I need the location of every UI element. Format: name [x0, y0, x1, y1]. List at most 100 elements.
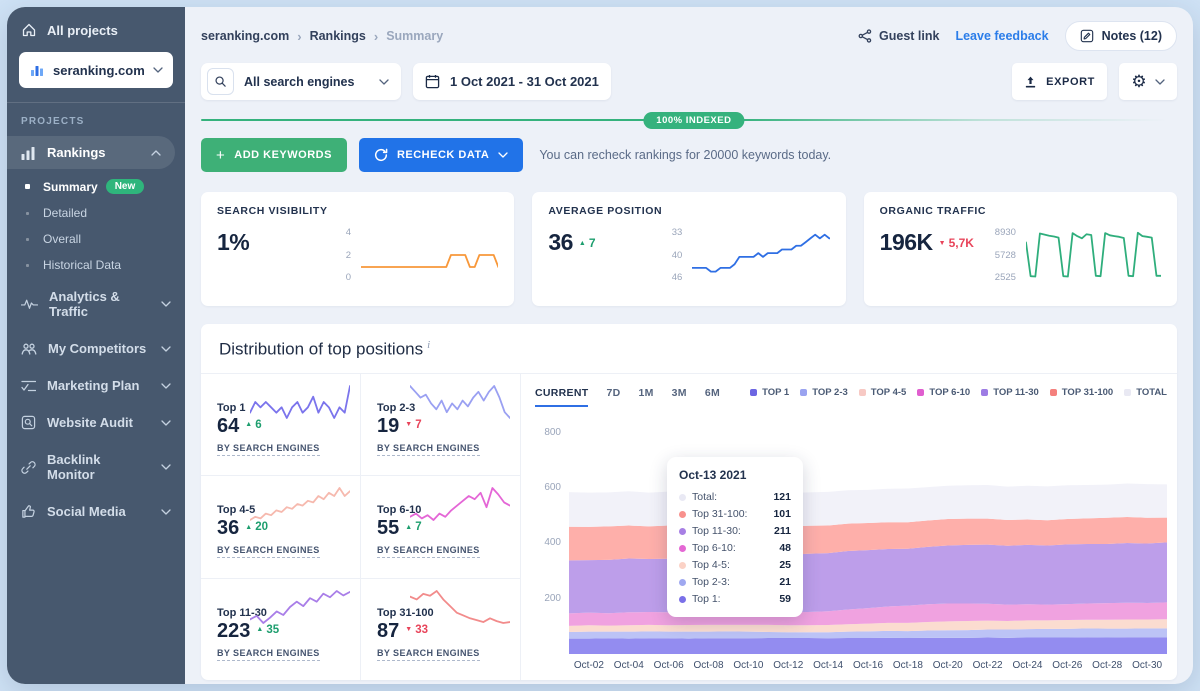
add-keywords-label: ADD KEYWORDS — [234, 149, 332, 161]
section-title: Distribution of top positionsi — [201, 324, 1177, 374]
distribution-section: Distribution of top positionsi Top 1 64 … — [201, 324, 1177, 680]
tab-1m[interactable]: 1M — [638, 387, 653, 407]
chevron-down-icon — [1155, 79, 1165, 85]
top-header: seranking.com › Rankings › Summary Guest… — [201, 7, 1177, 51]
y-axis-tick: 800 — [544, 427, 561, 438]
tooltip-value: 101 — [773, 508, 791, 520]
top6-10-value: 55 — [377, 517, 399, 540]
sidebar-item-marketing-plan[interactable]: Marketing Plan — [7, 367, 185, 404]
x-axis-tick: Oct-14 — [813, 660, 843, 671]
top31-100-sparkline — [410, 587, 510, 627]
top2-3-sparkline — [410, 382, 510, 422]
export-icon — [1024, 75, 1037, 89]
series-dot-icon — [679, 511, 686, 518]
export-label: EXPORT — [1046, 76, 1095, 88]
stacked-area-plot[interactable]: Oct-13 2021 Total:121Top 31-100:101Top 1… — [569, 415, 1167, 654]
date-range-picker[interactable]: 1 Oct 2021 - 31 Oct 2021 — [413, 63, 611, 100]
sidebar-item-my-competitors[interactable]: My Competitors — [7, 330, 185, 367]
marketing-plan-label: Marketing Plan — [47, 378, 139, 393]
sidebar-item-rankings[interactable]: Rankings — [7, 136, 175, 169]
sidebar-item-all-projects[interactable]: All projects — [7, 7, 185, 49]
tab-7d[interactable]: 7D — [606, 387, 620, 407]
tooltip-label: Top 11-30: — [692, 525, 741, 537]
legend-item[interactable]: TOP 1 — [750, 387, 789, 398]
by-search-engines-link[interactable]: BY SEARCH ENGINES — [377, 648, 480, 661]
top4-5-stat: Top 4-5 36 ▲20 BY SEARCH ENGINES — [201, 476, 361, 577]
legend-item[interactable]: TOP 11-30 — [981, 387, 1039, 398]
x-axis-tick: Oct-06 — [654, 660, 684, 671]
by-search-engines-link[interactable]: BY SEARCH ENGINES — [217, 648, 320, 661]
settings-button[interactable]: ⚙ — [1119, 63, 1177, 100]
legend-marker-icon — [750, 389, 757, 396]
by-search-engines-link[interactable]: BY SEARCH ENGINES — [377, 545, 480, 558]
arrow-down-icon: ▼ — [405, 626, 412, 633]
project-selector[interactable]: seranking.com — [19, 52, 173, 88]
filters: All search engines 1 Oct 2021 - 31 Oct 2… — [201, 63, 611, 100]
x-axis-tick: Oct-18 — [893, 660, 923, 671]
breadcrumb-project[interactable]: seranking.com — [201, 29, 289, 43]
legend-label: TOP 11-30 — [993, 387, 1039, 398]
legend-item[interactable]: TOP 6-10 — [917, 387, 970, 398]
tab-3m[interactable]: 3M — [672, 387, 687, 407]
gear-icon: ⚙ — [1131, 73, 1146, 90]
tooltip-value: 211 — [774, 525, 791, 537]
x-axis-tick: Oct-12 — [773, 660, 803, 671]
add-keywords-button[interactable]: + ADD KEYWORDS — [201, 138, 347, 172]
legend-marker-icon — [800, 389, 807, 396]
top2-3-stat: Top 2-3 19 ▼7 BY SEARCH ENGINES — [361, 374, 520, 475]
export-button[interactable]: EXPORT — [1012, 63, 1107, 100]
analytics-traffic-label: Analytics & Traffic — [49, 289, 150, 319]
by-search-engines-link[interactable]: BY SEARCH ENGINES — [377, 443, 480, 456]
search-visibility-card: SEARCH VISIBILITY 1% 420 — [201, 192, 514, 306]
search-engine-select[interactable]: All search engines — [201, 63, 401, 100]
tooltip-label: Top 6-10: — [692, 542, 736, 554]
social-media-label: Social Media — [47, 504, 126, 519]
plus-icon: + — [216, 147, 225, 164]
chevron-down-icon — [161, 509, 171, 515]
legend-label: TOTAL — [1136, 387, 1167, 398]
calendar-icon — [425, 74, 440, 89]
x-axis-tick: Oct-08 — [693, 660, 723, 671]
by-search-engines-link[interactable]: BY SEARCH ENGINES — [217, 443, 320, 456]
sidebar-item-summary[interactable]: Summary New — [7, 173, 185, 200]
legend-item[interactable]: TOP 31-100 — [1050, 387, 1113, 398]
tooltip-row: Top 11-30: 211 — [679, 523, 791, 540]
leave-feedback-link[interactable]: Leave feedback — [955, 29, 1048, 43]
legend-item[interactable]: TOP 2-3 — [800, 387, 848, 398]
breadcrumb-rankings[interactable]: Rankings — [310, 29, 366, 43]
website-audit-label: Website Audit — [47, 415, 133, 430]
top1-value: 64 — [217, 415, 239, 438]
recheck-data-label: RECHECK DATA — [397, 149, 489, 161]
sidebar-item-website-audit[interactable]: Website Audit — [7, 404, 185, 441]
note-edit-icon — [1080, 29, 1094, 43]
tab-6m[interactable]: 6M — [705, 387, 720, 407]
notes-button[interactable]: Notes (12) — [1065, 21, 1177, 51]
home-icon — [21, 22, 37, 38]
organic-traffic-value: 196K — [880, 229, 933, 256]
share-icon — [858, 29, 872, 43]
recheck-data-button[interactable]: RECHECK DATA — [359, 138, 523, 172]
top31-100-value: 87 — [377, 620, 399, 643]
sidebar-item-analytics-traffic[interactable]: Analytics & Traffic — [7, 278, 185, 330]
sidebar-item-backlink-monitor[interactable]: Backlink Monitor — [7, 441, 185, 493]
chevron-down-icon — [161, 301, 171, 307]
tab-current[interactable]: CURRENT — [535, 387, 588, 407]
legend-item[interactable]: TOTAL — [1124, 387, 1167, 398]
breadcrumb-separator: › — [297, 29, 301, 44]
guest-link-button[interactable]: Guest link — [858, 29, 939, 43]
link-icon — [21, 460, 36, 475]
position-mini-stats: Top 1 64 ▲6 BY SEARCH ENGINES Top 2-3 — [201, 374, 521, 680]
keyword-actions: + ADD KEYWORDS RECHECK DATA You can rech… — [201, 138, 1177, 172]
sidebar-item-historical-data[interactable]: Historical Data — [7, 252, 185, 278]
sidebar-item-detailed[interactable]: Detailed — [7, 200, 185, 226]
average-position-card: AVERAGE POSITION 36 ▲7 334046 — [532, 192, 845, 306]
legend-item[interactable]: TOP 4-5 — [859, 387, 907, 398]
detailed-label: Detailed — [43, 206, 87, 220]
legend-marker-icon — [1050, 389, 1057, 396]
sidebar-item-social-media[interactable]: Social Media — [7, 493, 185, 530]
card-title: ORGANIC TRAFFIC — [880, 205, 1161, 217]
average-position-value: 36 — [548, 229, 573, 256]
by-search-engines-link[interactable]: BY SEARCH ENGINES — [217, 545, 320, 558]
info-icon[interactable]: i — [427, 339, 430, 351]
sidebar-item-overall[interactable]: Overall — [7, 226, 185, 252]
